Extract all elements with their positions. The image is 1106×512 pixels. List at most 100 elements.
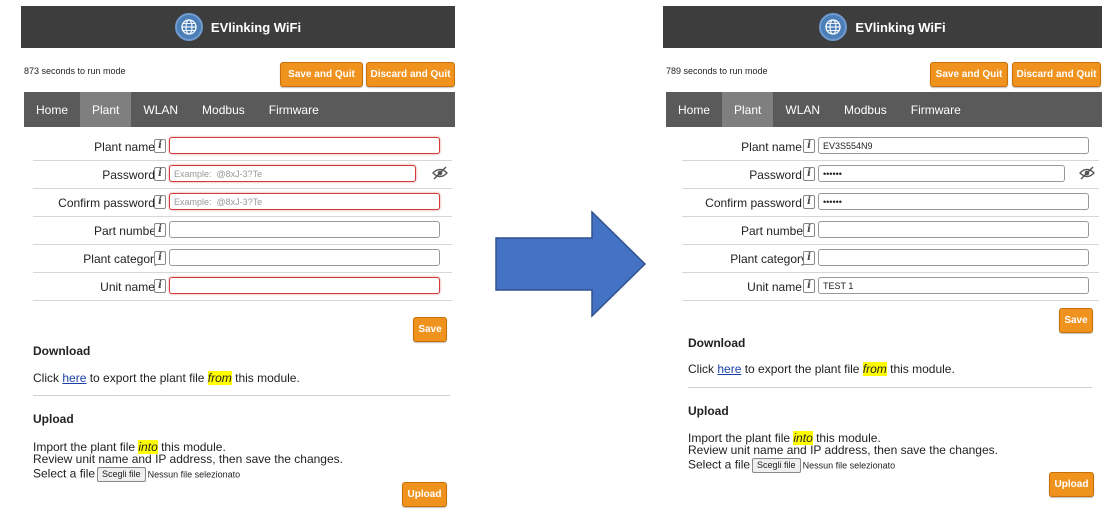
plant-name-label: Plant name [94,140,155,154]
download-link[interactable]: here [717,362,741,376]
form-row-part-number: Part number i [33,217,452,245]
no-file-text: Nessun file selezionato [802,460,896,471]
download-title: Download [688,336,746,350]
password-input[interactable] [169,165,416,182]
upload-button[interactable]: Upload [402,482,447,507]
arrow-right-icon [495,210,647,318]
info-icon[interactable]: i [154,139,166,153]
tab-modbus[interactable]: Modbus [190,92,257,127]
unit-name-label: Unit name [747,280,802,294]
password-input[interactable] [818,165,1065,182]
tab-home[interactable]: Home [24,92,80,127]
form-row-unit-name: Unit name* i [682,273,1099,301]
nav-tabs: Home Plant WLAN Modbus Firmware [24,92,455,127]
form-row-password: Password* i [33,161,452,189]
form-row-confirm-password: Confirm password* i [682,189,1099,217]
info-icon[interactable]: i [803,279,815,293]
info-icon[interactable]: i [154,223,166,237]
info-icon[interactable]: i [803,167,815,181]
file-select-row: Select a file Scegli file Nessun file sele… [33,466,241,482]
upload-button[interactable]: Upload [1049,472,1094,497]
part-number-label: Part number [740,224,807,238]
plant-category-label: Plant category [83,252,160,266]
save-and-quit-button[interactable]: Save and Quit [930,62,1008,87]
app-title: EVlinking WiFi [855,19,946,35]
screen-after: EVlinking WiFi 789 seconds to run mode S… [663,6,1102,509]
info-icon[interactable]: i [154,279,166,293]
tab-plant[interactable]: Plant [722,92,774,127]
globe-icon [174,13,203,41]
form-row-unit-name: Unit name* i [33,273,452,301]
run-mode-countdown: 873 seconds to run mode [24,66,126,76]
info-icon[interactable]: i [803,139,815,153]
upload-text-line2: Review unit name and IP address, then sa… [33,452,343,466]
app-title: EVlinking WiFi [210,19,302,35]
plant-name-input[interactable] [169,137,440,154]
form-row-part-number: Part number i [682,217,1099,245]
eye-slash-icon[interactable] [432,166,448,180]
tab-home[interactable]: Home [666,92,722,127]
upload-text-line2: Review unit name and IP address, then sa… [688,443,998,457]
plant-name-input[interactable] [818,137,1089,154]
app-header: EVlinking WiFi [21,6,455,48]
download-title: Download [33,344,91,358]
unit-name-input[interactable] [818,277,1089,294]
info-icon[interactable]: i [803,195,815,209]
save-and-quit-button[interactable]: Save and Quit [280,62,363,87]
choose-file-button[interactable]: Scegli file [97,467,146,482]
download-link[interactable]: here [62,371,86,385]
form-row-plant-name: Plant name* i [33,133,452,161]
tab-wlan[interactable]: WLAN [773,92,832,127]
eye-slash-icon[interactable] [1079,166,1095,180]
confirm-password-input[interactable] [169,193,440,210]
screen-before: EVlinking WiFi 873 seconds to run mode S… [21,6,455,509]
app-header: EVlinking WiFi [663,6,1102,48]
globe-icon [819,13,848,41]
save-button[interactable]: Save [413,317,447,342]
unit-name-label: Unit name [100,280,155,294]
form-row-confirm-password: Confirm password* i [33,189,452,217]
upload-title: Upload [688,404,729,418]
part-number-input[interactable] [169,221,440,238]
download-text: Click here to export the plant file from… [33,371,300,385]
divider [688,387,1092,388]
discard-and-quit-button[interactable]: Discard and Quit [1012,62,1101,87]
run-mode-countdown: 789 seconds to run mode [666,66,768,76]
tab-firmware[interactable]: Firmware [899,92,973,127]
plant-category-input[interactable] [169,249,440,266]
tab-firmware[interactable]: Firmware [257,92,331,127]
tab-plant[interactable]: Plant [80,92,132,127]
part-number-input[interactable] [818,221,1089,238]
confirm-password-label: Confirm password [705,196,802,210]
divider [33,395,450,396]
form-row-plant-name: Plant name* i [682,133,1099,161]
info-icon[interactable]: i [803,223,815,237]
form-row-plant-category: Plant category i [33,245,452,273]
tab-wlan[interactable]: WLAN [131,92,190,127]
plant-name-label: Plant name [741,140,802,154]
save-button[interactable]: Save [1059,308,1093,333]
form-row-password: Password* i [682,161,1099,189]
plant-category-input[interactable] [818,249,1089,266]
info-icon[interactable]: i [154,195,166,209]
discard-and-quit-button[interactable]: Discard and Quit [366,62,455,87]
info-icon[interactable]: i [803,251,815,265]
part-number-label: Part number [93,224,160,238]
plant-form: Plant name* i Password* i Confirm passwo… [33,133,452,301]
upload-title: Upload [33,412,74,426]
confirm-password-input[interactable] [818,193,1089,210]
choose-file-button[interactable]: Scegli file [752,458,801,473]
confirm-password-label: Confirm password [58,196,155,210]
file-select-row: Select a file Scegli file Nessun file sele… [688,457,896,473]
form-row-plant-category: Plant category i [682,245,1099,273]
plant-form: Plant name* i Password* i Confirm passwo… [682,133,1099,301]
no-file-text: Nessun file selezionato [147,469,241,480]
unit-name-input[interactable] [169,277,440,294]
nav-tabs: Home Plant WLAN Modbus Firmware [666,92,1102,127]
password-label: Password [749,168,802,182]
info-icon[interactable]: i [154,251,166,265]
download-text: Click here to export the plant file from… [688,362,955,376]
tab-modbus[interactable]: Modbus [832,92,899,127]
info-icon[interactable]: i [154,167,166,181]
password-label: Password [102,168,155,182]
